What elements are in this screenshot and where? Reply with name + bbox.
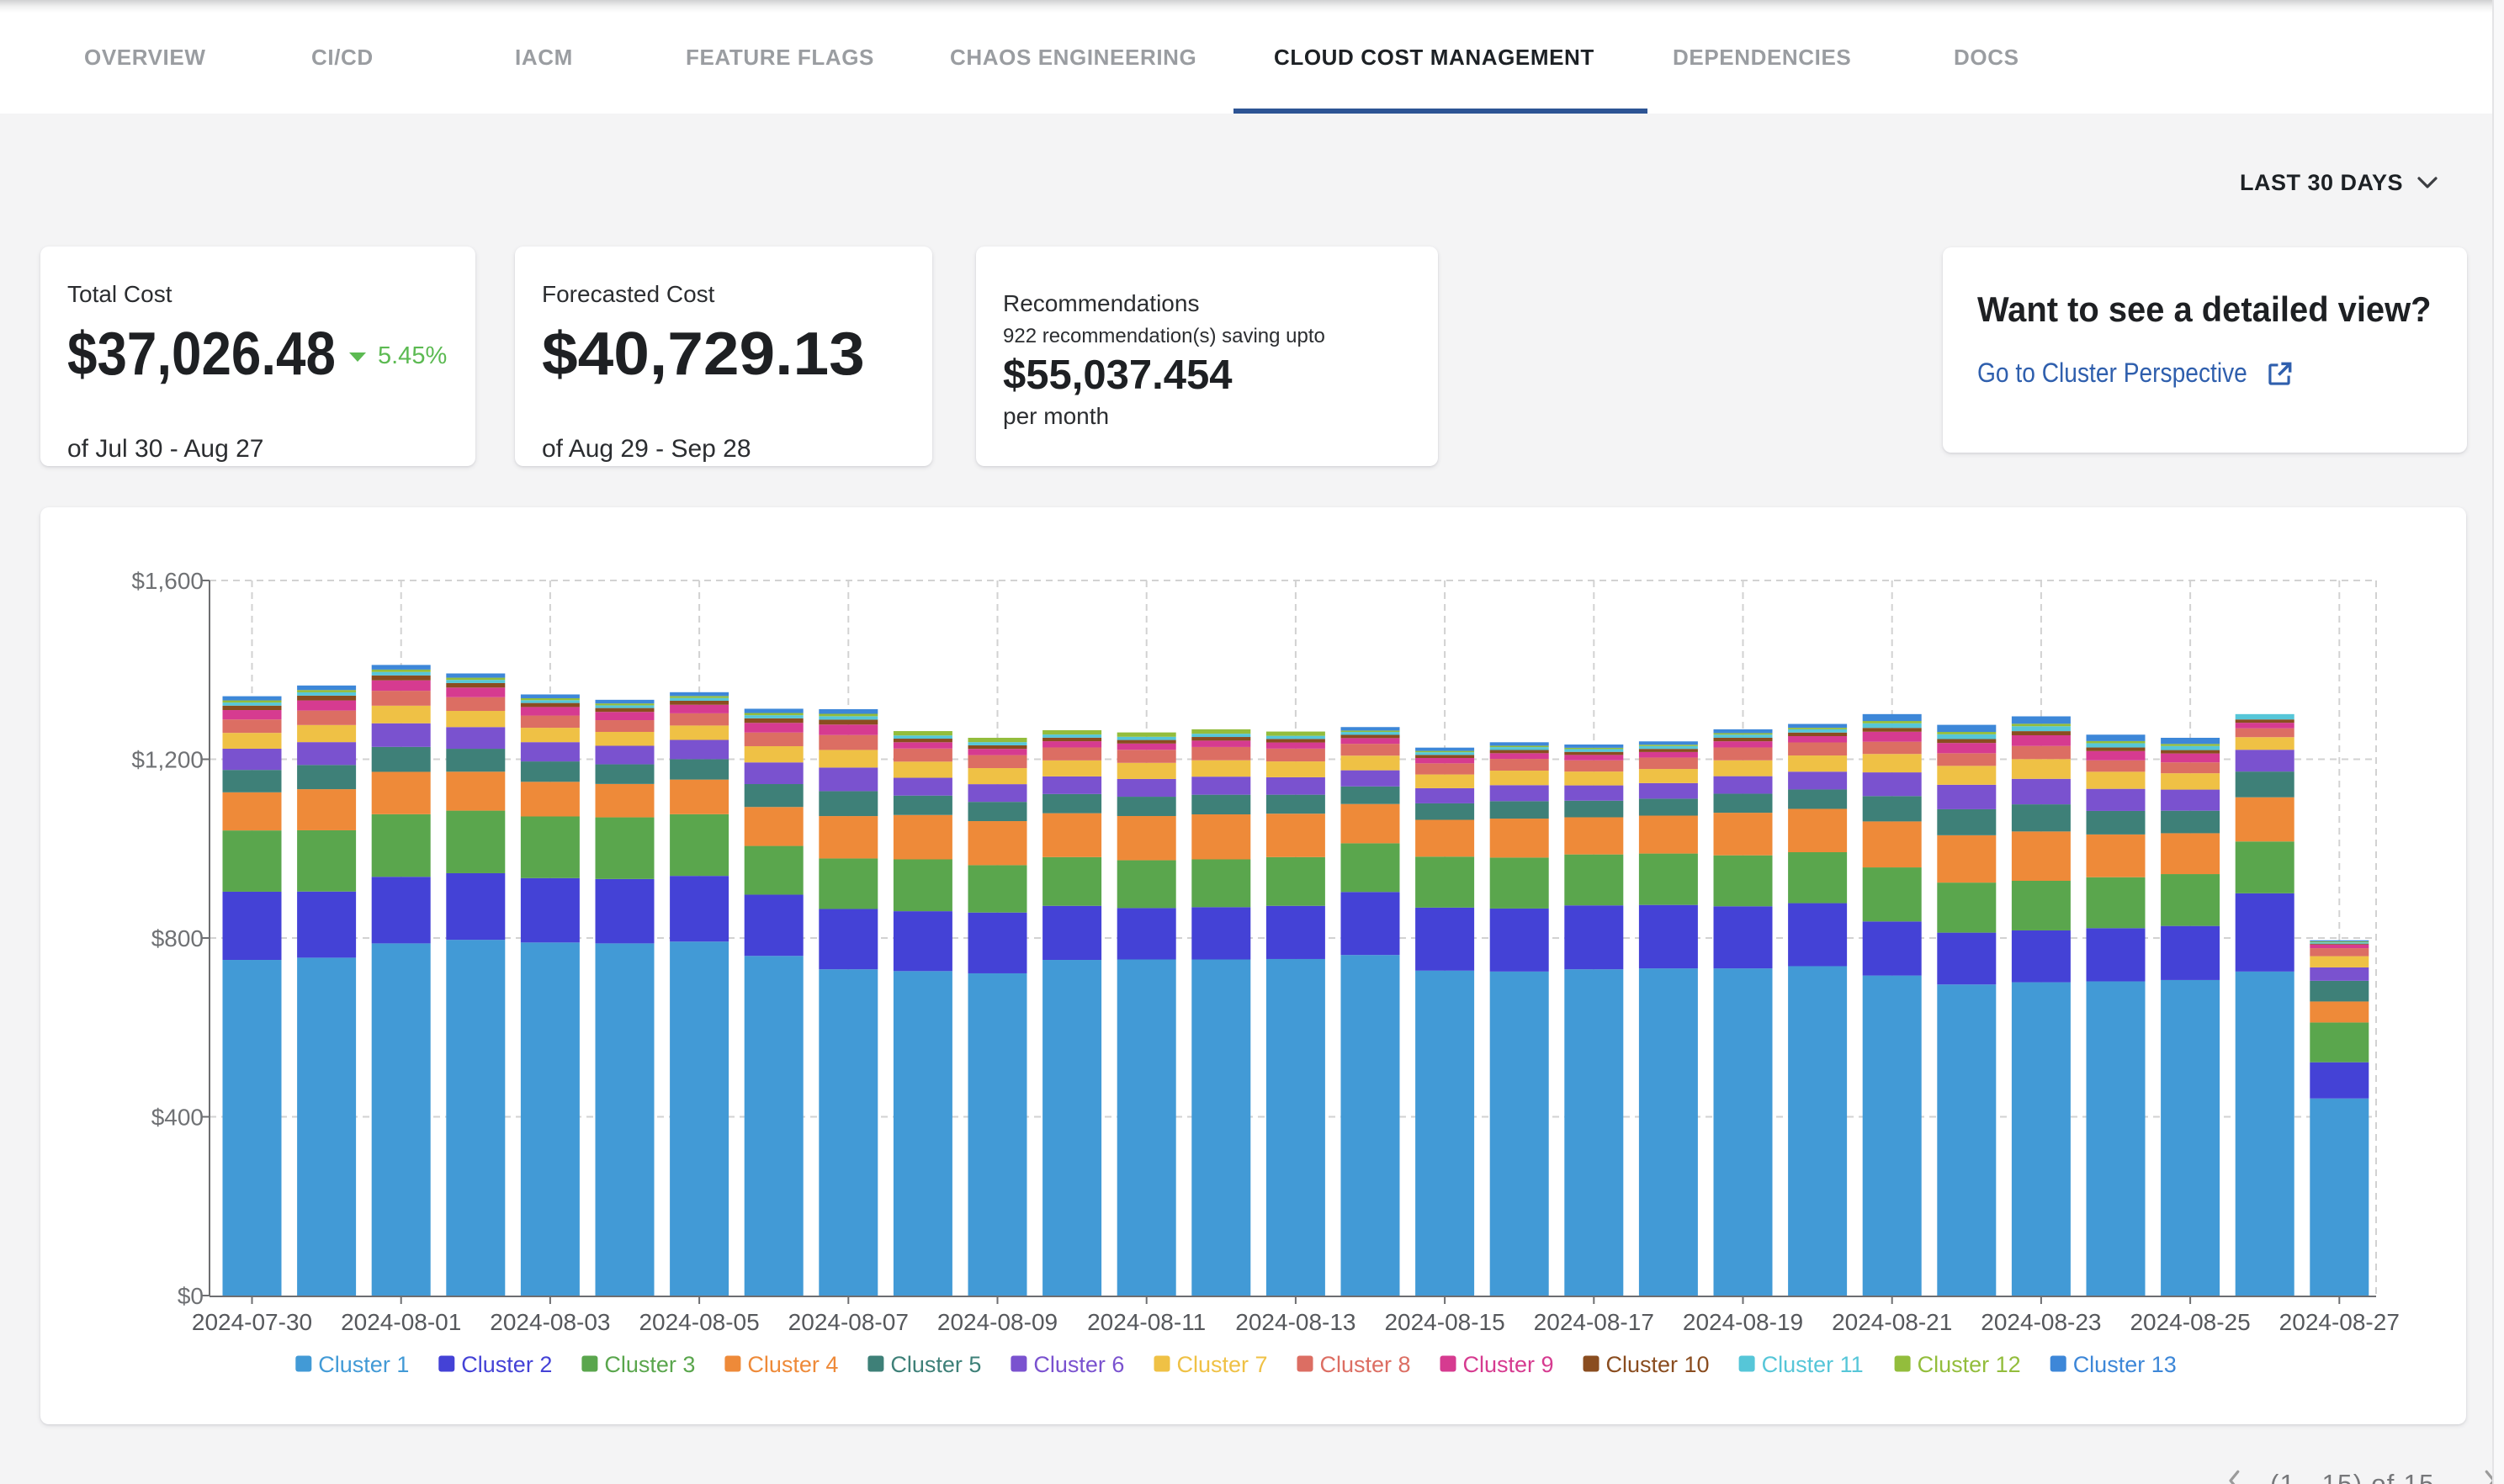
svg-text:2024-08-07: 2024-08-07 — [788, 1309, 909, 1335]
svg-text:$800: $800 — [151, 925, 204, 951]
svg-text:2024-08-03: 2024-08-03 — [490, 1309, 610, 1335]
svg-text:$400: $400 — [151, 1105, 204, 1131]
svg-text:2024-08-21: 2024-08-21 — [1832, 1309, 1952, 1335]
svg-text:Cluster 1: Cluster 1 — [318, 1352, 409, 1377]
svg-text:Cluster 2: Cluster 2 — [461, 1352, 552, 1377]
svg-text:2024-08-27: 2024-08-27 — [2279, 1309, 2400, 1335]
svg-text:Cluster 6: Cluster 6 — [1033, 1352, 1124, 1377]
svg-text:$1,200: $1,200 — [131, 747, 204, 773]
svg-text:2024-08-15: 2024-08-15 — [1384, 1309, 1504, 1335]
svg-text:Cluster 3: Cluster 3 — [604, 1352, 695, 1377]
svg-text:Cluster 13: Cluster 13 — [2073, 1352, 2177, 1377]
svg-text:Cluster 5: Cluster 5 — [890, 1352, 981, 1377]
svg-text:Cluster 12: Cluster 12 — [1918, 1352, 2021, 1377]
svg-text:Cluster 8: Cluster 8 — [1320, 1352, 1411, 1377]
svg-text:2024-08-25: 2024-08-25 — [2130, 1309, 2250, 1335]
svg-text:$0: $0 — [178, 1283, 204, 1309]
svg-text:Cluster 11: Cluster 11 — [1762, 1352, 1864, 1377]
svg-text:Cluster 7: Cluster 7 — [1177, 1352, 1268, 1377]
svg-text:2024-08-17: 2024-08-17 — [1534, 1309, 1654, 1335]
svg-text:2024-08-05: 2024-08-05 — [639, 1309, 759, 1335]
svg-text:2024-08-19: 2024-08-19 — [1683, 1309, 1803, 1335]
svg-text:2024-07-30: 2024-07-30 — [192, 1309, 312, 1335]
svg-text:Cluster 4: Cluster 4 — [747, 1352, 838, 1377]
svg-text:2024-08-13: 2024-08-13 — [1235, 1309, 1355, 1335]
svg-text:$1,600: $1,600 — [131, 568, 204, 594]
svg-text:2024-08-23: 2024-08-23 — [1981, 1309, 2101, 1335]
svg-text:Cluster 10: Cluster 10 — [1606, 1352, 1710, 1377]
svg-text:Cluster 9: Cluster 9 — [1463, 1352, 1554, 1377]
svg-text:2024-08-09: 2024-08-09 — [937, 1309, 1058, 1335]
svg-text:2024-08-11: 2024-08-11 — [1087, 1309, 1206, 1335]
svg-text:2024-08-01: 2024-08-01 — [341, 1309, 461, 1335]
